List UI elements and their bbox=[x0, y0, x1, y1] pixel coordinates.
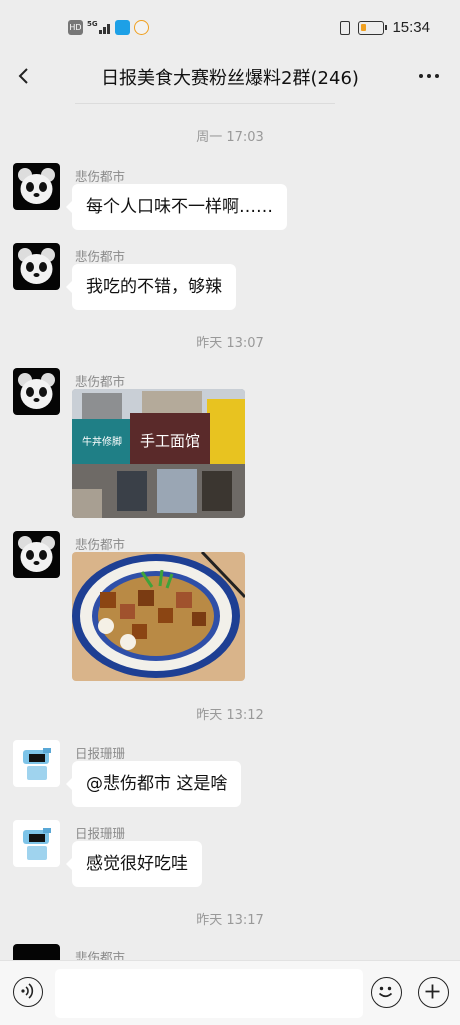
restaurant-storefront-photo[interactable]: 手工面馆 牛丼修脚 bbox=[72, 389, 245, 518]
message-input[interactable] bbox=[55, 969, 363, 1018]
panda-avatar[interactable] bbox=[13, 163, 60, 210]
battery-icon bbox=[358, 20, 388, 35]
panda-avatar[interactable] bbox=[13, 944, 60, 960]
robot-avatar[interactable] bbox=[13, 820, 60, 867]
input-bar bbox=[0, 960, 460, 1025]
sender-name: 悲伤都市 bbox=[75, 169, 126, 184]
sender-name: 悲伤都市 bbox=[75, 374, 126, 389]
storefront-sign-text-2: 牛丼修脚 bbox=[82, 435, 122, 448]
message-bubble[interactable]: 感觉很好吃哇 bbox=[66, 841, 202, 887]
sender-name: 日报珊珊 bbox=[75, 826, 126, 841]
panda-avatar[interactable] bbox=[13, 243, 60, 290]
qq-browser-icon bbox=[115, 20, 130, 35]
beef-noodle-bowl-photo[interactable] bbox=[72, 552, 245, 681]
chat-header: 日报美食大赛粉丝爆料2群(246) bbox=[0, 56, 460, 98]
status-bar: HD 5G 15:34 bbox=[0, 0, 460, 56]
voice-icon bbox=[21, 983, 34, 999]
hd-icon: HD bbox=[68, 20, 83, 35]
emoji-button[interactable] bbox=[371, 977, 402, 1008]
voice-button[interactable] bbox=[13, 977, 43, 1007]
weibo-icon bbox=[134, 20, 149, 35]
plus-icon bbox=[425, 984, 440, 999]
plus-button[interactable] bbox=[418, 977, 449, 1008]
signal-icon: 5G bbox=[87, 20, 111, 35]
panda-avatar[interactable] bbox=[13, 531, 60, 578]
more-dots-icon bbox=[419, 74, 423, 78]
message-bubble[interactable]: @悲伤都市 这是啥 bbox=[65, 761, 242, 807]
sender-name: 悲伤都市 bbox=[75, 249, 126, 264]
storefront-sign-text: 手工面馆 bbox=[140, 432, 200, 450]
robot-avatar[interactable] bbox=[13, 740, 60, 787]
vibrate-icon bbox=[340, 20, 351, 35]
header-divider bbox=[75, 103, 335, 104]
panda-avatar[interactable] bbox=[13, 368, 60, 415]
sender-name: 悲伤都市 bbox=[75, 950, 126, 960]
timestamp: 昨天 13:07 bbox=[196, 336, 264, 351]
timestamp: 周一 17:03 bbox=[196, 130, 264, 145]
message-bubble[interactable]: 我吃的不错，够辣 bbox=[66, 264, 236, 310]
status-time: 15:34 bbox=[392, 19, 430, 36]
sender-name: 日报珊珊 bbox=[75, 746, 126, 761]
emoji-icon bbox=[378, 986, 393, 998]
timestamp: 昨天 13:17 bbox=[196, 913, 264, 928]
chat-title: 日报美食大赛粉丝爆料2群(246) bbox=[101, 68, 359, 89]
more-button[interactable] bbox=[416, 66, 442, 86]
sender-name: 悲伤都市 bbox=[75, 537, 126, 552]
timestamp: 昨天 13:12 bbox=[196, 708, 264, 723]
message-bubble[interactable]: 每个人口味不一样啊…… bbox=[66, 184, 287, 230]
